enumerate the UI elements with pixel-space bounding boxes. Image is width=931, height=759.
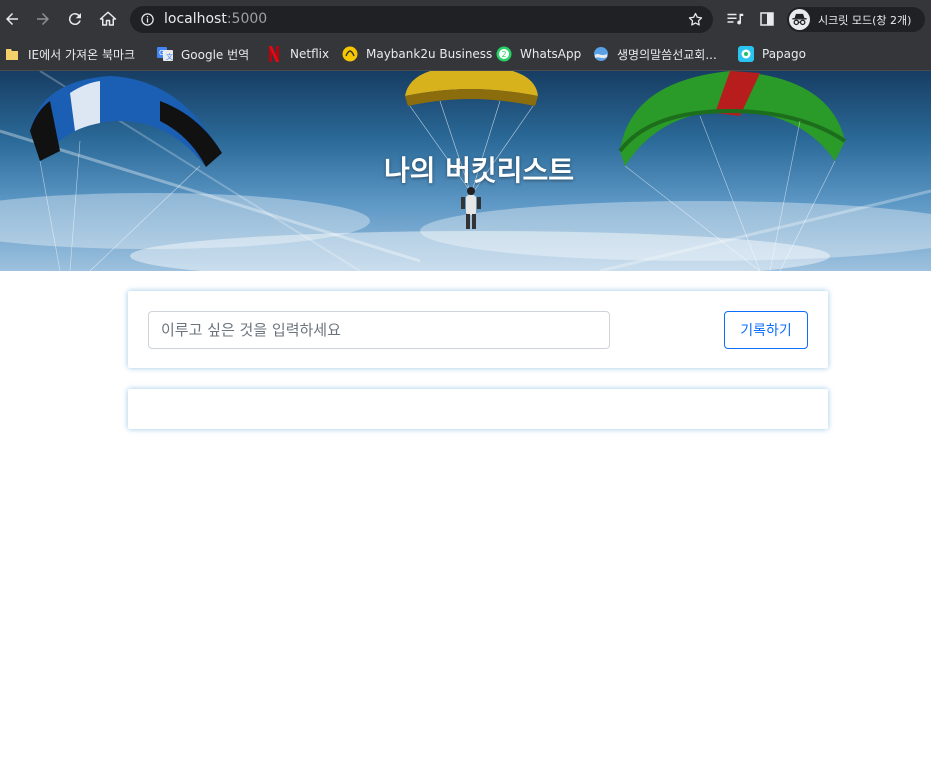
google-translate-icon: G文: [157, 46, 173, 62]
bucket-input[interactable]: [148, 311, 610, 349]
bookmark-mission[interactable]: 생명의말씀선교회...: [593, 44, 717, 64]
bookmark-label: 생명의말씀선교회...: [617, 47, 717, 62]
bookmark-label: Papago: [762, 47, 806, 61]
svg-text:2: 2: [502, 50, 507, 59]
url-text: localhost:5000: [164, 11, 267, 27]
bookmark-papago[interactable]: Papago: [738, 44, 806, 64]
url-host: localhost: [164, 11, 227, 27]
folder-icon: [4, 46, 20, 62]
incognito-profile-button[interactable]: 시크릿 모드(창 2개): [787, 7, 925, 32]
bookmarks-bar: IE에서 가져온 북마크 G文 Google 번역 Netflix Mayban…: [0, 38, 931, 71]
netflix-icon: [266, 46, 282, 62]
forward-button[interactable]: [31, 7, 55, 31]
save-button[interactable]: 기록하기: [724, 311, 808, 349]
incognito-label: 시크릿 모드(창 2개): [818, 14, 912, 27]
arrow-left-icon: [6, 13, 18, 25]
address-bar[interactable]: localhost:5000: [130, 6, 713, 33]
home-icon: [99, 11, 117, 26]
url-port: :5000: [226, 11, 268, 27]
page-content: 나의 버킷리스트 기록하기: [0, 71, 931, 759]
svg-text:G: G: [159, 49, 164, 57]
reload-icon: [68, 13, 81, 26]
svg-text:文: 文: [166, 52, 173, 61]
bucket-list-card: [128, 389, 828, 429]
side-panel-icon[interactable]: [758, 10, 776, 28]
page-title: 나의 버킷리스트: [383, 154, 575, 187]
bookmark-label: WhatsApp: [520, 47, 582, 61]
bookmark-label: Maybank2u Business: [366, 47, 493, 61]
hero-banner: 나의 버킷리스트: [0, 71, 931, 271]
arrow-right-icon: [37, 13, 49, 25]
bookmark-star-icon[interactable]: [687, 11, 704, 28]
bookmark-maybank[interactable]: Maybank2u Business: [342, 44, 492, 64]
papago-icon: [738, 46, 754, 62]
bookmark-whatsapp[interactable]: 2 WhatsApp: [496, 44, 581, 64]
back-button[interactable]: [0, 7, 24, 31]
site-info-icon[interactable]: [140, 12, 155, 27]
home-button[interactable]: [96, 7, 120, 31]
whatsapp-icon: 2: [496, 46, 512, 62]
bookmark-label: IE에서 가져온 북마크: [28, 47, 136, 62]
media-control-icon[interactable]: [726, 10, 744, 28]
bookmark-netflix[interactable]: Netflix: [266, 44, 329, 64]
bucket-input-card: 기록하기: [128, 291, 828, 368]
bookmark-ie-folder[interactable]: IE에서 가져온 북마크: [4, 44, 135, 64]
bookmark-label: Netflix: [290, 47, 330, 61]
bookmark-label: Google 번역: [181, 47, 250, 62]
globe-icon: [593, 46, 609, 62]
maybank-icon: [342, 46, 358, 62]
bookmark-google-translate[interactable]: G文 Google 번역: [157, 44, 249, 64]
browser-toolbar: localhost:5000 시크릿 모드(창 2개): [0, 0, 931, 38]
incognito-icon: [789, 9, 810, 30]
reload-button[interactable]: [63, 7, 87, 31]
